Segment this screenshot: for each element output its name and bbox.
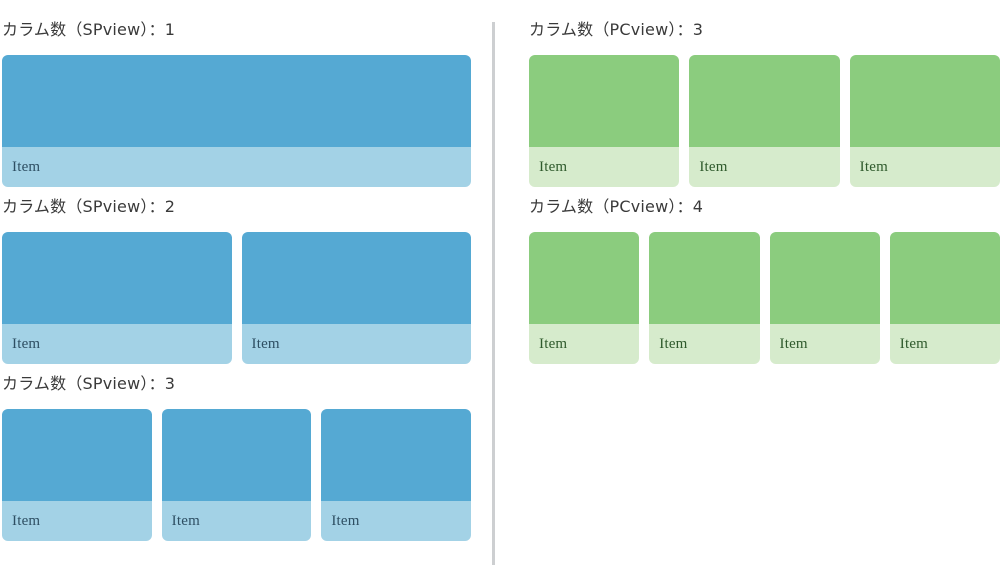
item-card[interactable]: Item [529,232,640,364]
sp-section-1col: カラム数（SPview）：1 Item [2,22,471,187]
card-body: Item [2,324,232,364]
card-body: Item [2,501,152,541]
card-body: Item [849,147,1000,187]
card-body: Item [321,501,472,541]
card-label: Item [12,335,41,352]
item-card[interactable]: Item [649,232,760,364]
item-card[interactable]: Item [321,409,472,541]
card-thumbnail [529,55,680,147]
card-thumbnail [849,55,1000,147]
sp-section-3col: カラム数（SPview）：3 Item Item Item [2,374,472,541]
card-body: Item [241,324,471,364]
card-label: Item [899,335,929,352]
item-card[interactable]: Item [161,409,312,541]
card-thumbnail [2,409,152,501]
item-card[interactable]: Item [769,232,880,364]
sp-view-pane: カラム数（SPview）：1 Item カラム数（SPview）：2 Item [0,0,492,586]
card-thumbnail [889,232,1000,324]
card-body: Item [649,324,760,364]
pane-divider [492,22,495,565]
card-label: Item [699,158,728,175]
card-grid: Item Item Item [529,55,1000,187]
card-label: Item [171,512,200,529]
card-label: Item [779,335,808,352]
pc-section-3col: カラム数（PCview）：3 Item Item Item [529,22,1000,187]
card-label: Item [331,512,360,529]
card-body: Item [769,324,880,364]
card-thumbnail [321,409,472,501]
card-grid: Item [2,55,471,187]
section-title: カラム数（PCview）：4 [529,197,704,216]
pc-section-4col: カラム数（PCview）：4 Item Item Item Item [529,199,1000,364]
card-body: Item [529,324,640,364]
section-title: カラム数（SPview）：1 [2,20,176,39]
pc-view-pane: カラム数（PCview）：3 Item Item Item カラム数（PCvie… [492,0,1000,586]
sp-section-2col: カラム数（SPview）：2 Item Item [2,199,471,364]
card-body: Item [529,147,680,187]
item-card[interactable]: Item [889,232,1000,364]
card-label: Item [12,158,41,175]
card-label: Item [659,335,688,352]
card-label: Item [12,512,41,529]
card-body: Item [889,324,1000,364]
section-title: カラム数（SPview）：2 [2,197,176,216]
section-title: カラム数（SPview）：3 [2,374,176,393]
card-thumbnail [689,55,840,147]
section-title: カラム数（PCview）：3 [529,20,704,39]
page-layout: カラム数（SPview）：1 Item カラム数（SPview）：2 Item [0,0,1000,586]
item-card[interactable]: Item [689,55,840,187]
card-thumbnail [649,232,760,324]
card-body: Item [689,147,840,187]
item-card[interactable]: Item [241,232,471,364]
item-card[interactable]: Item [2,55,471,187]
card-thumbnail [241,232,471,324]
card-grid: Item Item Item [529,232,1000,364]
card-label: Item [859,158,888,175]
card-label: Item [539,335,568,352]
card-label: Item [251,335,280,352]
card-body: Item [161,501,312,541]
card-thumbnail [769,232,880,324]
card-thumbnail [161,409,312,501]
card-thumbnail [2,232,232,324]
item-card[interactable]: Item [2,232,232,364]
card-thumbnail [529,232,640,324]
card-grid: Item Item Item [2,409,472,541]
item-card[interactable]: Item [2,409,152,541]
card-thumbnail [2,55,471,147]
item-card[interactable]: Item [529,55,680,187]
card-label: Item [539,158,568,175]
item-card[interactable]: Item [849,55,1000,187]
card-grid: Item Item [2,232,471,364]
card-body: Item [2,147,471,187]
